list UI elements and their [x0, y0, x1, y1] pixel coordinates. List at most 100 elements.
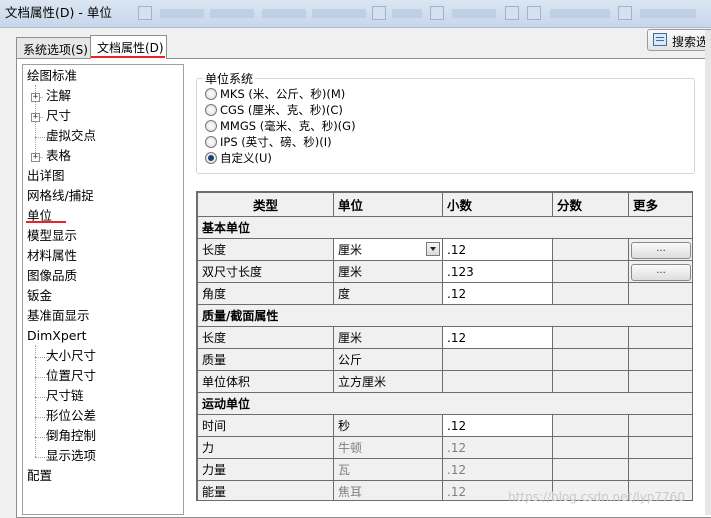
cell-decimal[interactable]: .12 — [442, 326, 553, 349]
cell-unit[interactable]: 立方厘米 — [333, 370, 443, 393]
radio-mmgs[interactable]: MMGS (毫米、克、秒)(G) — [205, 118, 356, 134]
section-title-motion-units: 运动单位 — [197, 392, 692, 415]
cell-more — [628, 436, 692, 459]
tab-label: 系统选项(S) — [23, 43, 88, 57]
radio-custom[interactable]: 自定义(U) — [205, 150, 272, 166]
table-row: 时间 秒 .12 — [197, 414, 692, 437]
tree-item-dimensions[interactable]: 尺寸 — [46, 108, 71, 124]
section-title-basic-units: 基本单位 — [197, 216, 692, 239]
cell-unit[interactable]: 公斤 — [333, 348, 443, 371]
tree-item-sheet-metal[interactable]: 钣金 — [27, 288, 52, 304]
unit-system-title: 单位系统 — [203, 70, 256, 87]
expand-plus-icon[interactable]: + — [31, 153, 40, 162]
table-row: 长度 厘米 .12 — [197, 326, 692, 349]
tab-label: 文档属性(D) — [97, 41, 164, 55]
tree-item-grid-snap[interactable]: 网格线/捕捉 — [27, 188, 94, 204]
radio-ips[interactable]: IPS (英寸、磅、秒)(I) — [205, 134, 332, 150]
cell-more — [628, 326, 692, 349]
radio-button-checked-icon[interactable] — [205, 151, 217, 164]
cell-decimal — [442, 348, 553, 371]
radio-button-icon[interactable] — [205, 87, 217, 100]
tab-system-options[interactable]: 系统选项(S) — [16, 37, 92, 58]
radio-label: IPS (英寸、磅、秒)(I) — [220, 135, 332, 149]
toolbar-ghost-icon — [527, 6, 541, 20]
tree-item-model-display[interactable]: 模型显示 — [27, 228, 77, 244]
toolbar-ghost-icon — [372, 6, 386, 20]
cell-fraction[interactable] — [552, 282, 629, 305]
tree-item-chamfer-controls[interactable]: 倒角控制 — [46, 428, 96, 444]
grid-section-row: 质量/截面属性 — [197, 304, 692, 327]
options-tree[interactable]: 绘图标准 + 注解 + 尺寸 虚拟交点 + 表格 出详图 网格线/捕捉 单位 模… — [22, 64, 184, 515]
cell-type: 能量 — [197, 480, 334, 500]
tree-item-plane-display[interactable]: 基准面显示 — [27, 308, 90, 324]
radio-label: 自定义(U) — [220, 151, 272, 165]
cell-decimal[interactable]: .12 — [442, 414, 553, 437]
toolbar-ghost — [160, 9, 204, 18]
cell-more — [628, 282, 692, 305]
radio-cgs[interactable]: CGS (厘米、克、秒)(C) — [205, 102, 343, 118]
cell-fraction[interactable] — [552, 414, 629, 437]
cell-decimal[interactable]: .123 — [442, 260, 553, 283]
cell-fraction[interactable] — [552, 260, 629, 283]
radio-label: MMGS (毫米、克、秒)(G) — [220, 119, 356, 133]
chevron-down-icon[interactable] — [426, 242, 440, 256]
cell-more: ... — [628, 260, 692, 283]
tree-item-dimxpert[interactable]: DimXpert — [27, 328, 87, 344]
cell-fraction[interactable] — [552, 326, 629, 349]
more-button[interactable]: ... — [631, 241, 691, 259]
table-row: 双尺寸长度 厘米 .123 ... — [197, 260, 692, 283]
cell-decimal[interactable]: .12 — [442, 282, 553, 305]
toolbar-ghost-icon — [505, 6, 519, 20]
cell-type: 力 — [197, 436, 334, 459]
expand-plus-icon[interactable]: + — [31, 93, 40, 102]
radio-button-icon[interactable] — [205, 103, 217, 116]
tree-item-material-properties[interactable]: 材料属性 — [27, 248, 77, 264]
radio-mks[interactable]: MKS (米、公斤、秒)(M) — [205, 86, 345, 102]
column-header-type: 类型 — [197, 192, 334, 217]
expand-plus-icon[interactable]: + — [31, 113, 40, 122]
cell-fraction — [552, 348, 629, 371]
tree-item-tables[interactable]: 表格 — [46, 148, 71, 164]
tab-highlight-underline — [91, 56, 165, 58]
cell-fraction[interactable] — [552, 238, 629, 261]
cell-unit-dropdown[interactable]: 厘米 — [333, 238, 443, 261]
cell-unit: 瓦 — [333, 458, 443, 481]
cell-decimal: .12 — [442, 436, 553, 459]
tree-item-geometric-tolerance[interactable]: 形位公差 — [46, 408, 96, 424]
cell-unit: 牛顿 — [333, 436, 443, 459]
cell-unit[interactable]: 厘米 — [333, 260, 443, 283]
radio-button-icon[interactable] — [205, 119, 217, 132]
cell-unit[interactable]: 秒 — [333, 414, 443, 437]
toolbar-ghost — [452, 9, 496, 18]
cell-unit[interactable]: 度 — [333, 282, 443, 305]
more-button[interactable]: ... — [631, 263, 691, 281]
section-title-mass-properties: 质量/截面属性 — [197, 304, 692, 327]
tree-item-annotations[interactable]: 注解 — [46, 88, 71, 104]
radio-button-icon[interactable] — [205, 135, 217, 148]
search-options-icon — [653, 33, 667, 46]
tree-item-image-quality[interactable]: 图像品质 — [27, 268, 77, 284]
cell-type: 时间 — [197, 414, 334, 437]
cell-decimal[interactable]: .12 — [442, 238, 553, 261]
cell-type: 长度 — [197, 326, 334, 349]
cell-unit: 焦耳 — [333, 480, 443, 500]
toolbar-ghost-icon — [138, 6, 152, 20]
tree-item-virtual-sharps[interactable]: 虚拟交点 — [46, 128, 96, 144]
cell-type: 双尺寸长度 — [197, 260, 334, 283]
tree-item-size-dimension[interactable]: 大小尺寸 — [46, 348, 96, 364]
tree-item-configurations[interactable]: 配置 — [27, 468, 52, 484]
tree-item-location-dimension[interactable]: 位置尺寸 — [46, 368, 96, 384]
toolbar-ghost — [262, 9, 306, 18]
tree-item-drafting-standard[interactable]: 绘图标准 — [27, 68, 77, 84]
cell-type: 力量 — [197, 458, 334, 481]
cell-more: ... — [628, 238, 692, 261]
grid-header-row: 类型 单位 小数 分数 更多 — [197, 192, 692, 217]
column-header-unit: 单位 — [333, 192, 443, 217]
toolbar-ghost-icon — [618, 6, 632, 20]
tree-item-chain-dimension[interactable]: 尺寸链 — [46, 388, 84, 404]
table-row: 角度 度 .12 — [197, 282, 692, 305]
tree-item-detailing[interactable]: 出详图 — [27, 168, 65, 184]
search-options-button[interactable]: 搜索选项 — [647, 29, 711, 51]
cell-unit[interactable]: 厘米 — [333, 326, 443, 349]
tree-item-display-options[interactable]: 显示选项 — [46, 448, 96, 464]
